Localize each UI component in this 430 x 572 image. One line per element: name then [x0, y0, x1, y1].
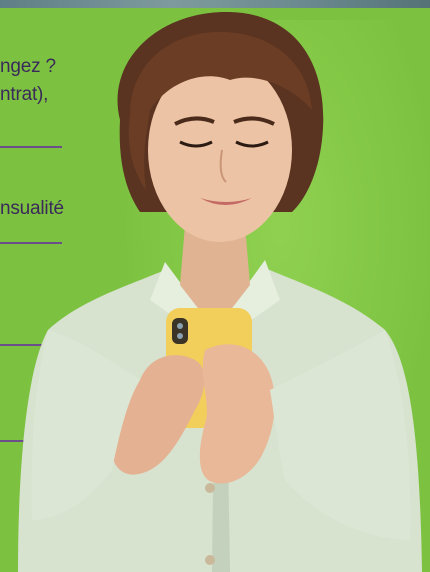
woman-with-phone-photo [18, 11, 422, 572]
phone-camera [172, 318, 188, 344]
shirt-button [205, 555, 215, 565]
camera-lens [177, 333, 183, 339]
shirt-button [205, 483, 215, 493]
camera-lens [177, 323, 183, 329]
